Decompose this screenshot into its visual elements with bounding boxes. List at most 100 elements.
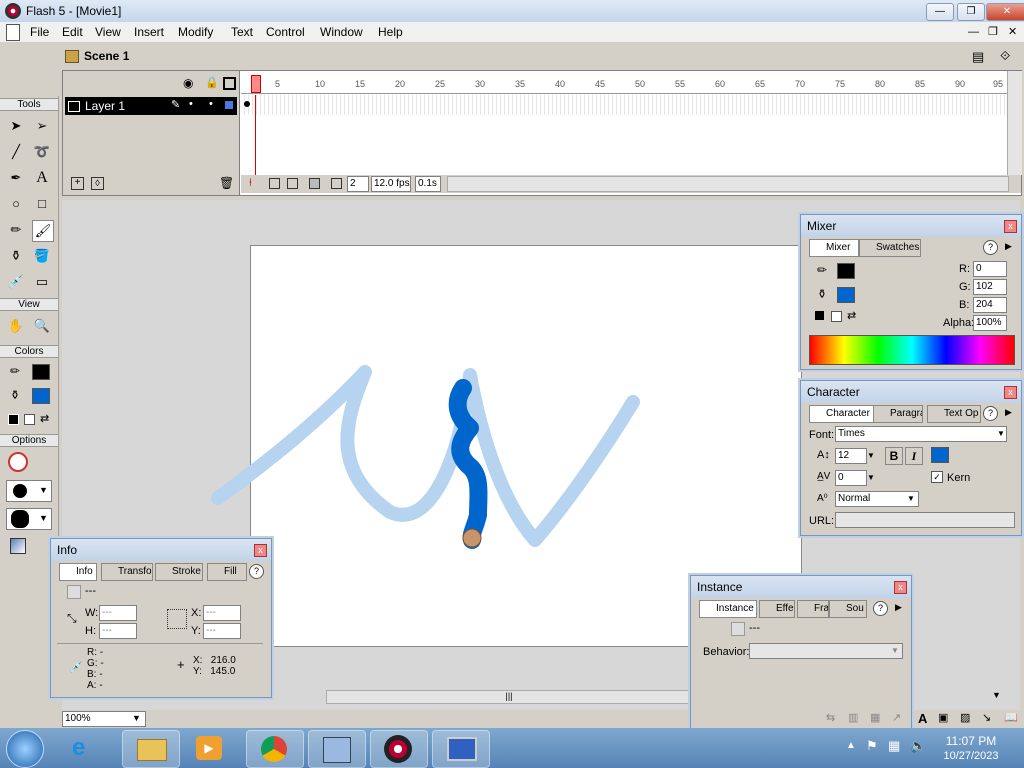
- g-field[interactable]: 102: [973, 279, 1007, 295]
- color-spectrum[interactable]: [809, 335, 1015, 365]
- flash-icon: [384, 735, 412, 763]
- chevron-down-icon[interactable]: ▼: [907, 494, 915, 503]
- clock[interactable]: 11:07 PM 10/27/2023: [928, 734, 1014, 762]
- start-button[interactable]: [6, 730, 44, 768]
- launcher-strip: ⇆ ▥ ▦ ↗ A ▣ ▨ ↘ 📖: [826, 711, 1022, 727]
- flash-taskbar-button[interactable]: [370, 730, 428, 768]
- tab-sound[interactable]: Sou: [829, 600, 867, 618]
- network-icon[interactable]: ▦: [888, 738, 900, 754]
- instance-launcher-icon[interactable]: ▣: [938, 711, 948, 724]
- url-field[interactable]: [835, 512, 1015, 528]
- chevron-down-icon[interactable]: ▼: [132, 713, 141, 723]
- w-label: W:: [85, 607, 99, 619]
- italic-button[interactable]: I: [905, 447, 923, 465]
- tab-stroke[interactable]: Stroke: [155, 563, 203, 581]
- chevron-down-icon[interactable]: ▼: [867, 473, 875, 482]
- b-field[interactable]: 204: [973, 297, 1007, 313]
- edit-action-icon[interactable]: ↗: [892, 711, 901, 724]
- swap-colors-icon[interactable]: ⇄: [847, 309, 856, 322]
- network-taskbar-button[interactable]: [432, 730, 490, 768]
- panel-menu-arrow-icon[interactable]: ▶: [1005, 407, 1012, 418]
- instance-dash: ---: [749, 622, 760, 634]
- tab-character[interactable]: Character: [809, 405, 875, 423]
- internet-explorer-icon[interactable]: e: [72, 734, 102, 762]
- color-a-readout: A: -: [87, 680, 103, 691]
- tab-paragraph[interactable]: Paragra: [873, 405, 923, 423]
- character-titlebar[interactable]: Character x: [801, 381, 1021, 403]
- tracking-icon: A̲V: [817, 471, 831, 482]
- info-titlebar[interactable]: Info x: [51, 539, 271, 561]
- media-player-icon[interactable]: ▶: [196, 736, 222, 760]
- font-field[interactable]: Times: [835, 426, 1007, 442]
- instance-swatch: [731, 622, 745, 636]
- help-icon[interactable]: ?: [873, 601, 888, 616]
- panel-menu-arrow-icon[interactable]: ▶: [1005, 241, 1012, 252]
- explorer-taskbar-button[interactable]: [122, 730, 180, 768]
- divider: [57, 643, 263, 644]
- clock-time: 11:07 PM: [945, 734, 997, 748]
- cursor-y-readout: Y: 145.0: [193, 666, 236, 677]
- r-field[interactable]: 0: [973, 261, 1007, 277]
- text-color-swatch[interactable]: [931, 447, 949, 463]
- info-title: Info: [57, 543, 78, 557]
- library-launcher-icon[interactable]: 📖: [1004, 711, 1018, 724]
- tab-effect[interactable]: Effe: [759, 600, 795, 618]
- tab-info[interactable]: Info: [59, 563, 97, 581]
- volume-icon[interactable]: 🔈: [910, 738, 926, 754]
- edit-symbol-icon[interactable]: ▥: [848, 711, 858, 724]
- default-colors-icon[interactable]: [815, 311, 824, 320]
- w-field[interactable]: ---: [99, 605, 137, 621]
- instance-panel: Instance x Instance Effe Fra Sou ? ▶ --- …: [690, 575, 912, 729]
- g-label: G:: [959, 281, 971, 293]
- tab-mixer[interactable]: Mixer: [809, 239, 859, 257]
- tray-arrow-icon[interactable]: ▲: [846, 740, 856, 751]
- mixer-title: Mixer: [807, 219, 837, 233]
- h-field[interactable]: ---: [99, 623, 137, 639]
- info-swatch: [67, 585, 81, 599]
- help-icon[interactable]: ?: [983, 240, 998, 255]
- dropper-icon: 💉: [69, 662, 83, 674]
- mixer-fill-swatch[interactable]: [837, 287, 855, 303]
- tab-fill[interactable]: Fill: [207, 563, 247, 581]
- tab-transform[interactable]: Transfo: [101, 563, 153, 581]
- chrome-taskbar-button[interactable]: [246, 730, 304, 768]
- swap-symbol-icon[interactable]: ⇆: [826, 711, 835, 724]
- app-icon: [323, 737, 351, 763]
- mixer-launcher-icon[interactable]: ▨: [960, 711, 970, 724]
- tab-instance[interactable]: Instance: [699, 600, 757, 618]
- tab-frame[interactable]: Fra: [797, 600, 829, 618]
- panel-menu-arrow-icon[interactable]: ▶: [895, 602, 902, 613]
- help-icon[interactable]: ?: [249, 564, 264, 579]
- instance-titlebar[interactable]: Instance x: [691, 576, 911, 598]
- tab-text-options[interactable]: Text Op: [927, 405, 981, 423]
- y-field[interactable]: ---: [203, 623, 241, 639]
- close-icon[interactable]: x: [894, 581, 907, 594]
- registration-grid-icon[interactable]: [167, 609, 187, 629]
- help-icon[interactable]: ?: [983, 406, 998, 421]
- close-icon[interactable]: x: [254, 544, 267, 557]
- action-center-icon[interactable]: ⚑: [866, 738, 878, 754]
- crosshair-icon: +: [177, 657, 185, 672]
- stage-hscroll[interactable]: |||: [326, 690, 692, 704]
- tracking-field[interactable]: 0: [835, 470, 867, 486]
- stage-scroll-down-icon[interactable]: ▼: [992, 690, 1001, 700]
- duplicate-symbol-icon[interactable]: ▦: [870, 711, 880, 724]
- chevron-down-icon[interactable]: ▼: [891, 646, 899, 655]
- mixer-titlebar[interactable]: Mixer x: [801, 215, 1021, 237]
- chevron-down-icon[interactable]: ▼: [997, 429, 1005, 438]
- movie-explorer-icon[interactable]: ↘: [982, 711, 991, 724]
- kern-checkbox[interactable]: ✓: [931, 471, 943, 483]
- font-size-field[interactable]: 12: [835, 448, 867, 464]
- character-launcher-icon[interactable]: A: [918, 711, 927, 726]
- bold-button[interactable]: B: [885, 447, 903, 465]
- close-icon[interactable]: x: [1004, 220, 1017, 233]
- app-taskbar-button[interactable]: [308, 730, 366, 768]
- no-color-icon[interactable]: [831, 311, 842, 322]
- close-icon[interactable]: x: [1004, 386, 1017, 399]
- x-field[interactable]: ---: [203, 605, 241, 621]
- mixer-stroke-swatch[interactable]: [837, 263, 855, 279]
- tab-swatches[interactable]: Swatches: [859, 239, 921, 257]
- behavior-dropdown[interactable]: [749, 643, 903, 659]
- chevron-down-icon[interactable]: ▼: [867, 451, 875, 460]
- alpha-field[interactable]: 100%: [973, 315, 1007, 331]
